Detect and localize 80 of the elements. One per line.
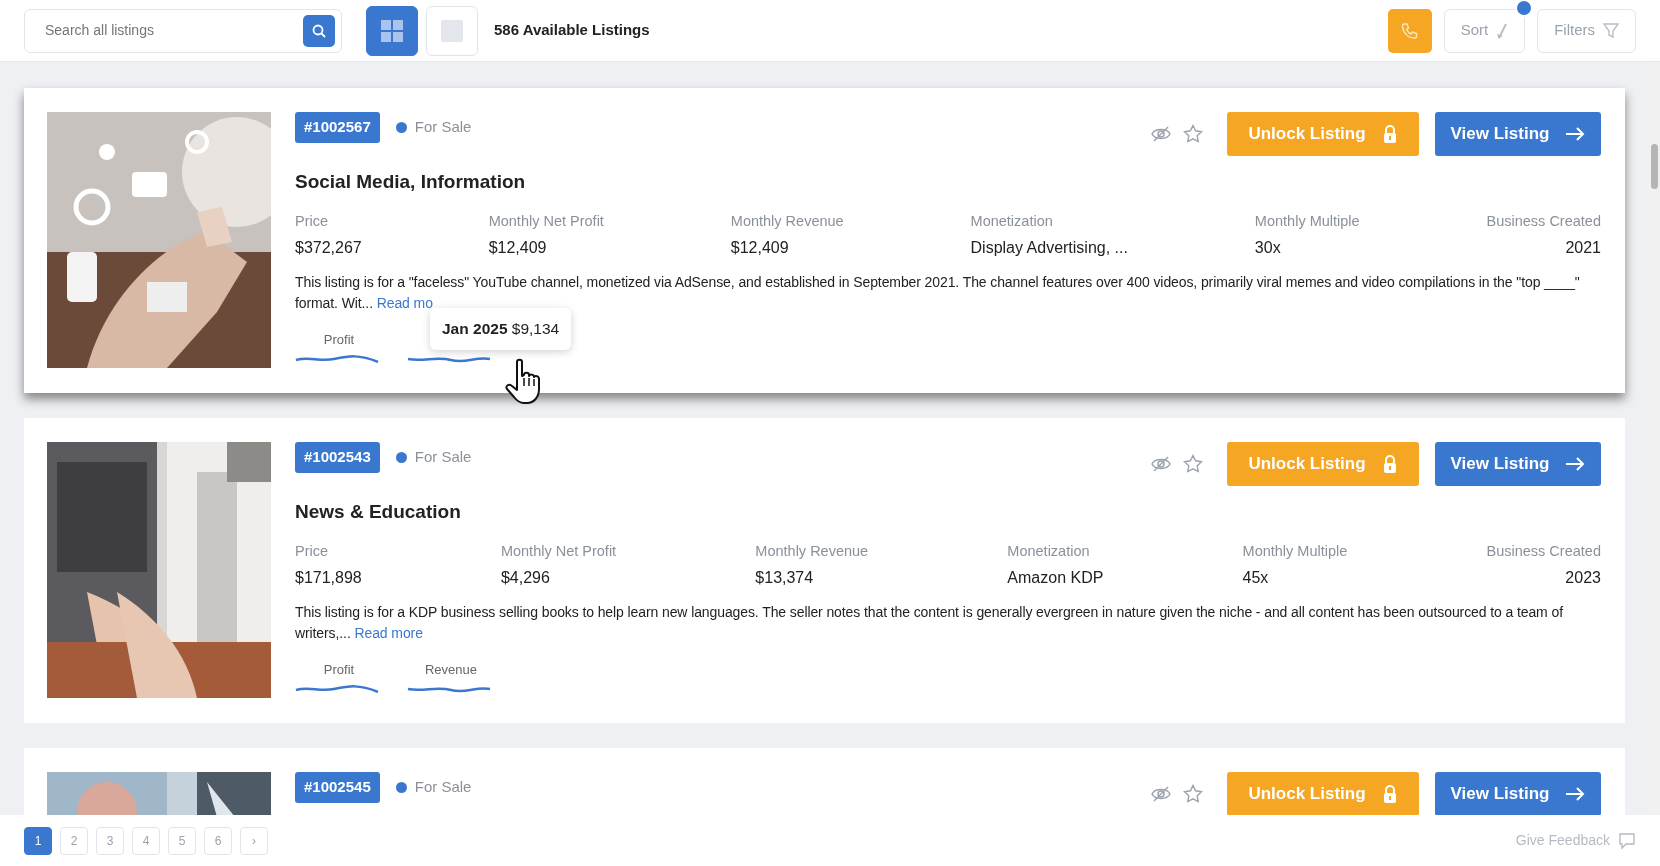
status-label: For Sale: [414, 777, 472, 797]
metric-value: $12,409: [488, 238, 548, 259]
listing-count: 586 Available Listings: [494, 20, 650, 41]
page-button[interactable]: 1: [24, 826, 52, 855]
list-icon: [440, 18, 464, 43]
list-view-button[interactable]: [426, 5, 478, 56]
hide-icon[interactable]: [1151, 784, 1171, 804]
lock-icon: [1381, 125, 1398, 143]
metric-value: $171,898: [295, 568, 362, 589]
page-button[interactable]: ›: [240, 826, 268, 855]
metric-value: $372,267: [295, 238, 362, 259]
arrow-icon: [1565, 456, 1586, 472]
metric-value: 30x: [1254, 238, 1282, 259]
metric-value: Display Advertising, ...: [970, 238, 1128, 259]
phone-button[interactable]: [1387, 8, 1432, 53]
metric-value: 2021: [1564, 238, 1601, 259]
metric-value: 2023: [1564, 568, 1601, 589]
lock-icon: [1381, 785, 1398, 803]
metric-label: Monthly Revenue: [755, 541, 869, 561]
listing-title: News & Education: [295, 500, 462, 524]
arrow-icon: [1565, 786, 1586, 802]
metric-value: Amazon KDP: [1007, 568, 1104, 589]
listing-title: Social Media, Information: [295, 170, 527, 194]
comment-icon: [1618, 831, 1636, 850]
chart-label: Revenue: [423, 661, 478, 679]
grid-icon: [380, 18, 404, 43]
phone-icon: [1400, 21, 1419, 40]
unlock-listing-button[interactable]: Unlock Listing: [1227, 112, 1419, 156]
metric-label: Monthly Net Profit: [488, 211, 604, 231]
metric-label: Monetization: [970, 211, 1054, 231]
filter-icon: [1603, 22, 1619, 39]
listing-id: #1002545: [295, 772, 380, 803]
arrow-icon: [1565, 126, 1586, 142]
hide-icon[interactable]: [1151, 454, 1171, 474]
chart-tooltip: Jan 2025 $9,134: [430, 308, 572, 350]
sort-button[interactable]: Sort: [1443, 8, 1526, 53]
give-feedback-link[interactable]: Give Feedback: [1515, 830, 1636, 851]
chart-label: Profit: [322, 661, 356, 679]
listing-id: #1002543: [295, 442, 380, 473]
metric-label: Price: [295, 541, 330, 561]
grid-view-button[interactable]: [366, 5, 418, 56]
page-button[interactable]: 6: [204, 826, 232, 855]
star-icon[interactable]: [1183, 124, 1203, 144]
hide-icon[interactable]: [1151, 124, 1171, 144]
search-icon: [312, 23, 326, 38]
page-button[interactable]: 5: [168, 826, 196, 855]
view-listing-button[interactable]: View Listing: [1435, 442, 1601, 486]
page-button[interactable]: 3: [96, 826, 124, 855]
metric-value: $13,374: [755, 568, 815, 589]
metric-label: Business Created: [1486, 211, 1601, 231]
metric-value: $12,409: [730, 238, 790, 259]
listing-id: #1002567: [295, 112, 380, 143]
page-button[interactable]: 4: [132, 826, 160, 855]
read-more-link[interactable]: Read more: [354, 625, 423, 642]
search-field[interactable]: Search all listings: [24, 8, 342, 53]
read-more-link[interactable]: Read mo: [376, 295, 433, 312]
metric-label: Monthly Net Profit: [500, 541, 617, 561]
listing-description: This listing is for a KDP business selling books to help learn new languages. The seller notes that the content is generally evergreen in nature given the niche - and all content has been outsourced to a team of writers,... Read more: [295, 603, 1565, 644]
metric-label: Monthly Multiple: [1254, 211, 1360, 231]
star-icon[interactable]: [1183, 784, 1203, 804]
metric-label: Monetization: [1007, 541, 1091, 561]
sort-icon: [1496, 22, 1509, 39]
unlock-listing-button[interactable]: Unlock Listing: [1227, 442, 1419, 486]
lock-icon: [1381, 455, 1398, 473]
status-label: For Sale: [414, 117, 472, 137]
page-button[interactable]: 2: [60, 826, 88, 855]
metric-label: Price: [295, 211, 330, 231]
metric-label: Business Created: [1486, 541, 1601, 561]
status-label: For Sale: [414, 447, 472, 467]
filters-button[interactable]: Filters: [1537, 8, 1636, 53]
metric-label: Monthly Multiple: [1242, 541, 1348, 561]
search-button[interactable]: [303, 14, 335, 47]
chart-label: Profit: [322, 331, 356, 349]
star-icon[interactable]: [1183, 454, 1203, 474]
metric-value: 45x: [1242, 568, 1270, 589]
metric-label: Monthly Revenue: [730, 211, 844, 231]
view-listing-button[interactable]: View Listing: [1435, 112, 1601, 156]
unlock-listing-button[interactable]: Unlock Listing: [1227, 772, 1419, 815]
view-listing-button[interactable]: View Listing: [1435, 772, 1601, 815]
metric-value: $4,296: [500, 568, 551, 589]
